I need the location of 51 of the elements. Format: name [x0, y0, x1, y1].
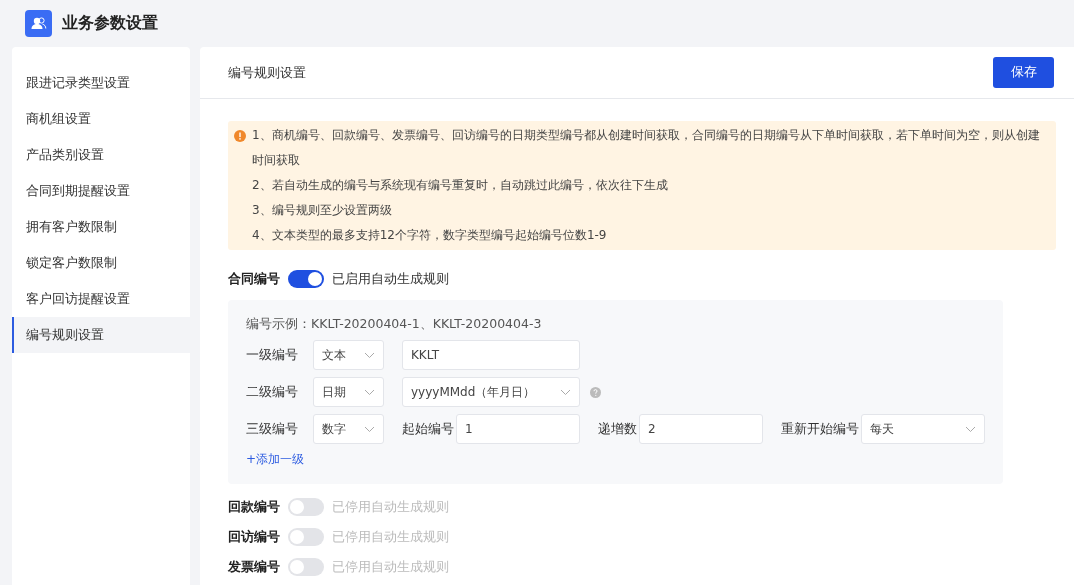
select-field[interactable]: 每天: [861, 414, 985, 444]
rule-status: 已停用自动生成规则: [332, 558, 449, 576]
sidebar-item[interactable]: 客户回访提醒设置: [12, 281, 190, 317]
app-title: 业务参数设置: [62, 13, 158, 34]
caret-icon: [364, 351, 375, 359]
field-label: 递增数: [598, 420, 637, 438]
rule-status: 已停用自动生成规则: [332, 498, 449, 516]
input-field[interactable]: 1: [456, 414, 580, 444]
input-field[interactable]: KKLT: [402, 340, 580, 370]
toggle-switch[interactable]: [288, 558, 324, 576]
notice-text: 3、编号规则至少设置两级: [252, 202, 393, 219]
sidebar-item[interactable]: 编号规则设置: [12, 317, 190, 353]
sidebar-item[interactable]: 锁定客户数限制: [12, 245, 190, 281]
caret-icon: [364, 388, 375, 396]
caret-icon: [364, 425, 375, 433]
help-icon[interactable]: [590, 386, 601, 398]
level-label: 三级编号: [246, 420, 299, 438]
save-button[interactable]: 保存: [993, 57, 1054, 88]
rule-status: 已启用自动生成规则: [332, 270, 449, 288]
sidebar-item[interactable]: 商机组设置: [12, 101, 190, 137]
example-text: 编号示例：KKLT-20200404-1、KKLT-20200404-3: [246, 316, 543, 333]
level-label: 一级编号: [246, 346, 299, 364]
select-field[interactable]: 日期: [313, 377, 384, 407]
field-label: 重新开始编号: [781, 420, 859, 438]
notice-text: 1、商机编号、回款编号、发票编号、回访编号的日期类型编号都从创建时间获取，合同编号的日期编号从下单时间获取，若下单时间为空，则从创建时间获取: [252, 127, 1041, 169]
select-field[interactable]: yyyyMMdd（年月日）: [402, 377, 580, 407]
toggle-switch[interactable]: [288, 528, 324, 546]
select-field[interactable]: 文本: [313, 340, 384, 370]
notice-text: 2、若自动生成的编号与系统现有编号重复时，自动跳过此编号，依次往下生成: [252, 177, 669, 194]
select-field[interactable]: 数字: [313, 414, 384, 444]
rule-label: 回款编号: [228, 498, 280, 516]
users-icon: [25, 10, 52, 37]
toggle-switch[interactable]: [288, 270, 324, 288]
rule-label: 回访编号: [228, 528, 280, 546]
input-field[interactable]: 2: [639, 414, 763, 444]
rule-status: 已停用自动生成规则: [332, 528, 449, 546]
toggle-switch[interactable]: [288, 498, 324, 516]
level-label: 二级编号: [246, 383, 299, 401]
panel-title: 编号规则设置: [228, 63, 306, 82]
caret-icon: [965, 425, 976, 433]
warning-icon: [234, 130, 246, 142]
sidebar-item[interactable]: 产品类别设置: [12, 137, 190, 173]
caret-icon: [560, 388, 571, 396]
sidebar-item[interactable]: 合同到期提醒设置: [12, 173, 190, 209]
sidebar-item[interactable]: 拥有客户数限制: [12, 209, 190, 245]
notice-text: 4、文本类型的最多支持12个字符，数字类型编号起始编号位数1-9: [252, 227, 608, 244]
rule-label: 合同编号: [228, 270, 280, 288]
sidebar-item[interactable]: 跟进记录类型设置: [12, 65, 190, 101]
add-level-link[interactable]: +添加一级: [246, 451, 305, 468]
field-label: 起始编号: [402, 420, 454, 438]
rule-label: 发票编号: [228, 558, 280, 576]
